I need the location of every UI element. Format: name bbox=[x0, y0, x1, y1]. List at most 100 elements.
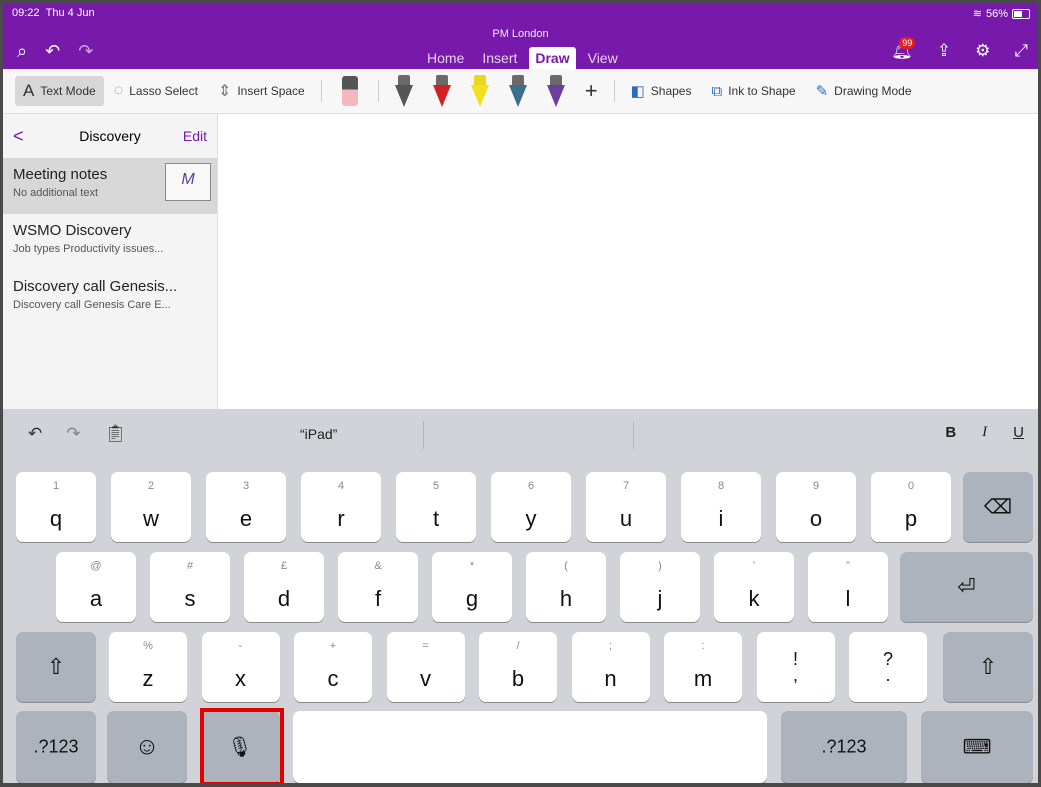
key-hint: : bbox=[701, 640, 705, 652]
key-s[interactable]: # s bbox=[150, 552, 230, 622]
key-char: d bbox=[277, 586, 291, 611]
highlighter-yellow[interactable] bbox=[470, 75, 489, 107]
key-y[interactable]: 6y bbox=[491, 472, 571, 542]
redo-icon[interactable]: ↷ bbox=[78, 41, 93, 62]
key-g[interactable]: * g bbox=[432, 552, 512, 622]
search-icon[interactable]: ⌕ bbox=[17, 41, 27, 62]
ink-to-shape-label: Ink to Shape bbox=[728, 84, 796, 98]
lasso-icon: ◌ bbox=[113, 82, 124, 99]
page-subtitle: Discovery call Genesis Care E... bbox=[13, 299, 171, 311]
key-n[interactable]: ; n bbox=[571, 632, 650, 702]
key-char: f bbox=[374, 586, 382, 611]
shift-key-right[interactable]: ⇧ bbox=[943, 632, 1033, 702]
keyboard-shortcut-bar: ↶ ↷ 📋︎ “iPad” B I U bbox=[3, 409, 1038, 461]
key-r[interactable]: 4r bbox=[301, 472, 381, 542]
edit-button[interactable]: Edit bbox=[167, 128, 207, 144]
key-!,[interactable]: ! , bbox=[756, 632, 835, 702]
page-item[interactable]: Discovery call Genesis... Discovery call… bbox=[3, 270, 217, 326]
key-k[interactable]: ’ k bbox=[714, 552, 794, 622]
add-pen-button[interactable]: + bbox=[575, 76, 608, 106]
bold-button[interactable]: B bbox=[945, 424, 956, 441]
key-char: g bbox=[465, 586, 479, 611]
key-char: h bbox=[559, 586, 573, 611]
key-char: n bbox=[604, 666, 617, 691]
key-c[interactable]: + c bbox=[294, 632, 372, 702]
ink-to-shape-button[interactable]: ⧉ Ink to Shape bbox=[701, 76, 805, 106]
page-item[interactable]: WSMO Discovery Job types Productivity is… bbox=[3, 214, 217, 270]
key-z[interactable]: % z bbox=[109, 632, 187, 702]
keyboard-hide-icon: ⌨ bbox=[962, 736, 992, 759]
key-p[interactable]: 0p bbox=[871, 472, 951, 542]
paste-clipboard-icon[interactable]: 📋︎ bbox=[105, 424, 127, 444]
share-icon[interactable]: ⇪ bbox=[937, 41, 951, 61]
key-hint: 6 bbox=[527, 480, 535, 492]
shapes-button[interactable]: ◧ Shapes bbox=[621, 76, 702, 106]
key-d[interactable]: £ d bbox=[244, 552, 324, 622]
key-hint: - bbox=[238, 640, 243, 652]
key-?.[interactable]: ? . bbox=[849, 632, 927, 702]
key-x[interactable]: -x bbox=[201, 632, 280, 702]
key-w[interactable]: 2w bbox=[111, 472, 191, 542]
text-mode-label: Text Mode bbox=[40, 84, 96, 98]
italic-button[interactable]: I bbox=[982, 424, 987, 441]
key-hint: 4 bbox=[337, 480, 345, 492]
text-mode-button[interactable]: A Text Mode bbox=[15, 76, 104, 106]
key-char: i bbox=[718, 506, 724, 531]
battery-icon bbox=[1012, 8, 1030, 19]
lasso-select-button[interactable]: ◌ Lasso Select bbox=[104, 76, 208, 106]
predictive-suggestion[interactable]: “iPad” bbox=[300, 426, 337, 442]
key-l[interactable]: ” l bbox=[808, 552, 888, 622]
wifi-icon: ≋ bbox=[972, 8, 982, 20]
key-f[interactable]: & f bbox=[338, 552, 418, 622]
space-bar[interactable] bbox=[293, 711, 767, 783]
emoji-icon: ☺ bbox=[134, 733, 160, 760]
key-h[interactable]: (h bbox=[526, 552, 606, 622]
pen-teal[interactable] bbox=[508, 75, 527, 107]
pen-red[interactable] bbox=[432, 75, 451, 107]
eraser-icon[interactable] bbox=[341, 76, 358, 106]
key-v[interactable]: = v bbox=[386, 632, 465, 702]
delete-key[interactable]: ⌫ bbox=[963, 472, 1033, 542]
page-item[interactable]: Meeting notes No additional text M bbox=[3, 158, 217, 214]
numbers-key-right[interactable]: .?123 bbox=[781, 711, 907, 783]
key-char: s bbox=[184, 586, 196, 611]
return-key[interactable]: ⏎ bbox=[900, 552, 1033, 622]
emoji-key[interactable]: ☺ bbox=[107, 711, 187, 783]
key-t[interactable]: 5t bbox=[396, 472, 476, 542]
status-bar-time: 09:22 Thu 4 Jun bbox=[12, 7, 95, 19]
key-char: a bbox=[89, 586, 103, 611]
key-a[interactable]: @ a bbox=[56, 552, 136, 622]
hide-keyboard-key[interactable]: ⌨ bbox=[921, 711, 1033, 783]
backspace-icon: ⌫ bbox=[983, 496, 1013, 519]
key-o[interactable]: 9o bbox=[776, 472, 856, 542]
key-u[interactable]: 7u bbox=[586, 472, 666, 542]
note-canvas[interactable] bbox=[218, 114, 1038, 409]
undo-icon[interactable]: ↶ bbox=[45, 41, 60, 62]
pen-purple[interactable] bbox=[546, 75, 565, 107]
key-hint: = bbox=[422, 640, 429, 652]
key-q[interactable]: 1q bbox=[16, 472, 96, 542]
key-i[interactable]: 8i bbox=[681, 472, 761, 542]
insert-space-icon: ⇕ bbox=[217, 83, 232, 100]
key-m[interactable]: :m bbox=[664, 632, 742, 702]
insert-space-button[interactable]: ⇕ Insert Space bbox=[208, 76, 315, 106]
back-chevron-icon[interactable]: < bbox=[13, 126, 53, 147]
key-char: r bbox=[337, 506, 345, 531]
key-hint: 9 bbox=[812, 480, 820, 492]
suggestion-divider bbox=[633, 421, 634, 449]
notifications-bell-icon[interactable]: 🔔︎ 99 bbox=[891, 37, 916, 61]
shift-key-left[interactable]: ⇧ bbox=[16, 632, 96, 702]
key-e[interactable]: 3e bbox=[206, 472, 286, 542]
key-char: k bbox=[748, 586, 760, 611]
keyboard-undo-icon[interactable]: ↶ bbox=[28, 424, 42, 444]
numbers-key-left[interactable]: .?123 bbox=[16, 711, 96, 783]
expand-icon[interactable]: ⤢ bbox=[1014, 41, 1028, 61]
page-subtitle: Job types Productivity issues... bbox=[13, 243, 164, 255]
keyboard-redo-icon[interactable]: ↷ bbox=[66, 424, 80, 444]
key-b[interactable]: / b bbox=[479, 632, 557, 702]
pen-black[interactable] bbox=[394, 75, 413, 107]
key-j[interactable]: ) j bbox=[620, 552, 700, 622]
underline-button[interactable]: U bbox=[1013, 424, 1024, 441]
settings-gear-icon[interactable]: ⚙ bbox=[975, 41, 990, 61]
drawing-mode-button[interactable]: ✎ Drawing Mode bbox=[806, 76, 922, 106]
